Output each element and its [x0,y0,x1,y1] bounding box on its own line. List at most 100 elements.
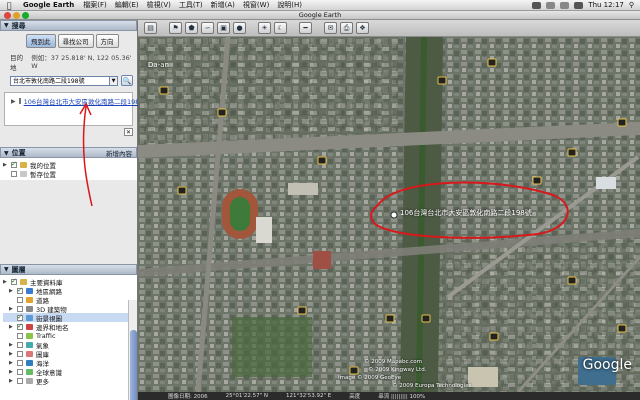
layers-scroll-thumb[interactable] [130,330,137,400]
layer-checkbox[interactable] [17,313,23,321]
layer-item[interactable]: ▶ 更多 [3,376,134,386]
ruler-icon[interactable]: ━ [299,22,312,34]
layer-checkbox[interactable] [17,305,23,312]
spotlight-icon[interactable]: ⚲ [629,1,634,9]
polygon-icon[interactable]: ⬟ [185,22,198,34]
menu-edit[interactable]: 編輯(E) [111,0,143,10]
menu-help[interactable]: 說明(H) [273,0,306,10]
layer-checkbox[interactable] [17,322,23,330]
zoom-window-icon[interactable] [22,12,29,19]
window-title-bar: Google Earth [0,11,640,20]
layer-checkbox[interactable] [17,377,23,384]
menu-tools[interactable]: 工具(T) [175,0,207,10]
search-input[interactable] [10,75,110,86]
expand-triangle-icon[interactable]: ▶ [9,369,14,375]
map-pin-label[interactable]: 106台灣台北市大安區敦化南路二段198號 [400,208,532,218]
volume-icon[interactable] [560,1,570,9]
menu-window[interactable]: 視窗(W) [239,0,273,10]
layer-item[interactable]: ▶地區網路 [3,286,134,296]
layer-item[interactable]: ▶ 圖庫 [3,349,134,359]
layer-checkbox[interactable] [17,286,23,294]
layer-checkbox[interactable] [17,341,23,348]
clear-results-button[interactable]: ✕ [124,128,133,136]
tray-app-icon[interactable] [532,1,542,9]
expand-triangle-icon[interactable]: ▶ [9,378,14,384]
minimize-window-icon[interactable] [13,12,20,19]
layer-item[interactable]: ▶ 邊界和地名 [3,322,134,332]
menu-clock[interactable]: Thu 12:17 [588,1,624,9]
layer-label: 邊界和地名 [36,323,69,332]
collapse-triangle-icon[interactable]: ▼ [4,266,9,273]
collapse-triangle-icon[interactable]: ▼ [4,150,9,157]
tab-find-businesses[interactable]: 尋找公司 [57,34,94,48]
menu-app-name[interactable]: Google Earth [18,1,79,9]
layers-panel-title: 圖層 [11,265,26,274]
layer-checkbox[interactable] [17,296,23,303]
layer-icon [26,287,33,294]
image-overlay-icon[interactable]: ▣ [217,22,230,34]
expand-triangle-icon[interactable]: ▶ [11,98,16,105]
search-prompt-row: 目的地 例如：37 25.818' N, 122 05.36' W [0,48,137,72]
apple-menu-icon[interactable]:  [0,1,18,10]
earth-map-view[interactable]: Da-an 106台灣台北市大安區敦化南路二段198號 © 2009 Mapab… [138,37,640,392]
layer-item[interactable]: Traffic [3,331,134,340]
layer-checkbox[interactable] [17,332,23,339]
add-content-button[interactable]: 新增內容 [106,148,136,158]
expand-triangle-icon[interactable]: ▶ [9,342,14,348]
print-icon[interactable]: ⎙ [340,22,353,34]
layer-checkbox[interactable] [17,359,23,366]
layer-item[interactable]: ▶ 氣象 [3,340,134,350]
satellite-imagery[interactable] [138,37,640,392]
expand-triangle-icon[interactable]: ▶ [3,162,8,168]
places-item[interactable]: ▶ 我的位置 [3,160,134,170]
status-elevation: 高度 [349,394,361,400]
email-icon[interactable]: ✉ [324,22,337,34]
planets-icon[interactable]: ☾ [274,22,287,34]
wifi-icon[interactable] [546,1,556,9]
path-icon[interactable]: ∽ [201,22,214,34]
layer-item[interactable]: ▶ 海洋 [3,358,134,368]
sidebar: ▼ 搜尋 飛到此 尋找公司 方向 目的地 例如：37 25.818' N, 12… [0,20,146,400]
placemark-icon[interactable]: ⚑ [169,22,182,34]
result-checkbox[interactable] [18,98,21,104]
layer-icon [26,314,33,321]
expand-triangle-icon[interactable]: ▶ [9,360,14,366]
expand-triangle-icon[interactable]: ▶ [9,306,14,312]
layers-tree: ▶主要資料庫▶地區網路道路▶3D 建築物街景視圖▶邊界和地名Traffic▶氣象… [0,275,137,400]
layer-item[interactable]: 道路 [3,295,134,305]
sun-icon[interactable]: ☀ [258,22,271,34]
view-in-maps-icon[interactable]: ❖ [356,22,369,34]
expand-triangle-icon[interactable]: ▶ [3,279,8,285]
layers-panel-header[interactable]: ▼ 圖層 [0,264,137,275]
places-panel-header[interactable]: ▼ 位置 新增內容 [0,147,137,158]
layer-label: Traffic [36,331,56,340]
record-tour-icon[interactable]: ● [233,22,246,34]
search-history-dropdown-icon[interactable]: ▼ [110,75,118,86]
layer-checkbox[interactable] [11,277,17,285]
map-district-label[interactable]: Da-an [148,61,169,69]
battery-icon[interactable] [574,1,584,9]
places-item-checkbox[interactable] [11,160,17,168]
layer-icon [26,377,33,384]
layer-checkbox[interactable] [17,368,23,375]
sidebar-toggle-icon[interactable]: ▤ [144,22,157,34]
expand-triangle-icon[interactable]: ▶ [9,351,14,357]
tab-fly-to[interactable]: 飛到此 [26,34,56,48]
collapse-triangle-icon[interactable]: ▼ [4,22,9,29]
search-panel-header[interactable]: ▼ 搜尋 [0,20,137,31]
folder-icon [20,170,27,177]
layers-scrollbar[interactable] [128,300,137,400]
places-item-checkbox[interactable] [11,170,17,177]
menu-view[interactable]: 檢視(V) [143,0,175,10]
search-results-list: ▶ 106台灣台北市大安區敦化南路二段198號 [4,92,146,126]
menu-add[interactable]: 新增(A) [207,0,239,10]
menu-file[interactable]: 檔案(F) [79,0,111,10]
close-window-icon[interactable] [4,12,11,19]
tab-directions[interactable]: 方向 [95,34,119,48]
search-button[interactable]: 🔍 [121,75,133,86]
places-item[interactable]: 暫存位置 [3,169,134,179]
layer-item[interactable]: ▶ 全球意識 [3,367,134,377]
expand-triangle-icon[interactable]: ▶ [9,288,14,294]
layer-checkbox[interactable] [17,350,23,357]
expand-triangle-icon[interactable]: ▶ [9,324,14,330]
